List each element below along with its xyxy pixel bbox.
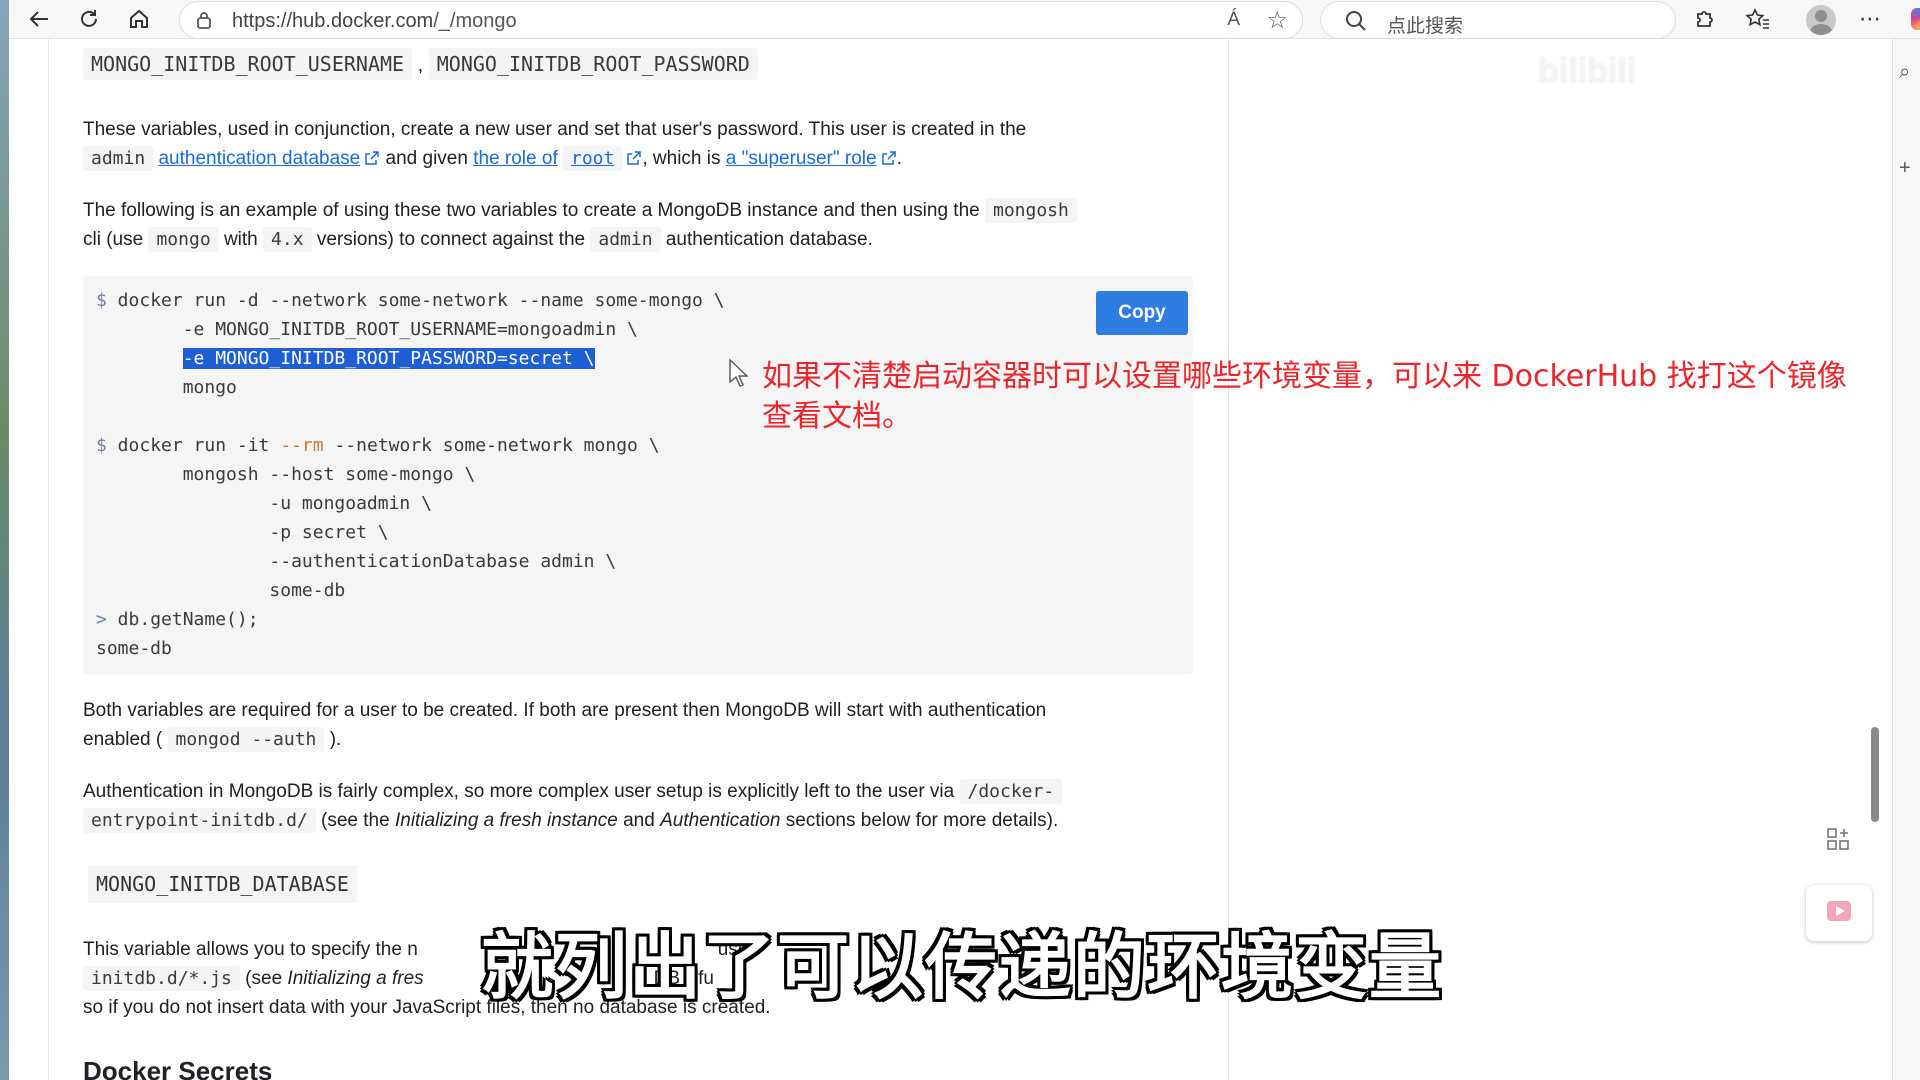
text: This variable allows you to specify the … [83, 939, 418, 960]
text: cli (use [83, 229, 144, 250]
text: Authentication in MongoDB is fairly comp… [83, 781, 955, 802]
env-separator: , [417, 54, 424, 76]
float-grid-icon[interactable] [1817, 818, 1861, 862]
browser-toolbar: https://hub.docker.com/_/mongo Á ☆ 点此搜索… [9, 0, 1920, 39]
desktop-edge [0, 0, 9, 1080]
float-video-button[interactable] [1806, 885, 1872, 941]
paragraph-auth-complex: Authentication in MongoDB is fairly comp… [83, 777, 1183, 835]
text: (see the [321, 810, 390, 831]
code-entrypoint: /docker- [959, 779, 1063, 804]
page-divider-left [48, 39, 49, 1080]
text: versions) to connect against the [316, 229, 586, 250]
back-arrow-icon[interactable] [25, 5, 53, 33]
code-text[interactable]: $ docker run -d --network some-network -… [96, 286, 725, 663]
paragraph-example-intro: The following is an example of using the… [83, 196, 1183, 254]
browser-right-sidebar: ⌕ + [1892, 39, 1920, 1080]
text: and given [385, 148, 468, 169]
external-link-icon [627, 151, 642, 165]
more-menu-icon[interactable]: ⋯ [1856, 5, 1884, 33]
env-root-vars: MONGO_INITDB_ROOT_USERNAME , MONGO_INITD… [83, 48, 758, 80]
text: ). [329, 729, 342, 750]
scrollbar-thumb[interactable] [1871, 727, 1879, 822]
code-mongod-auth: mongod --auth [167, 727, 325, 752]
selected-text: -e MONGO_INITDB_ROOT_PASSWORD=secret \ [182, 348, 595, 369]
code-mongo: mongo [148, 227, 219, 252]
external-link-icon [881, 151, 896, 165]
favorites-icon[interactable] [1744, 5, 1772, 33]
url-text[interactable]: https://hub.docker.com/_/mongo [232, 10, 517, 33]
code-mongosh: mongosh [984, 198, 1077, 223]
text: These variables, used in conjunction, cr… [83, 119, 1027, 140]
video-subtitle: 就列出了可以传递的环境变量 [480, 925, 1443, 1009]
text-emphasis: Initializing a fresh instance [394, 810, 618, 831]
env-username-name: MONGO_INITDB_ROOT_USERNAME [83, 48, 413, 80]
home-icon[interactable] [125, 5, 153, 33]
code-initdb-js: initdb.d/*.js [83, 966, 240, 991]
text: (see [245, 968, 283, 989]
extensions-icon[interactable] [1690, 5, 1718, 33]
link-superuser-role[interactable]: a "superuser" role [726, 148, 877, 169]
lock-icon[interactable] [194, 10, 214, 30]
code-4x: 4.x [263, 227, 312, 252]
paragraph-both-required: Both variables are required for a user t… [83, 696, 1183, 754]
text: sections below for more details). [785, 810, 1059, 831]
address-bar[interactable]: https://hub.docker.com/_/mongo Á ☆ [179, 1, 1303, 39]
text: and [623, 810, 655, 831]
text: . [896, 148, 902, 169]
text: with [223, 229, 258, 250]
search-icon [1346, 11, 1366, 31]
video-annotation-text: 如果不清楚启动容器时可以设置哪些环境变量，可以来 DockerHub 找打这个镜… [762, 359, 1847, 434]
search-bar[interactable]: 点此搜索 [1320, 1, 1676, 39]
external-link-icon [365, 151, 379, 165]
read-aloud-icon[interactable]: Á [1227, 9, 1240, 31]
link-authentication-database[interactable]: authentication database [158, 148, 360, 169]
code-entrypoint: entrypoint-initdb.d/ [83, 808, 316, 833]
heading-docker-secrets: Docker Secrets [83, 1056, 273, 1080]
text-emphasis: Initializing a fres [287, 968, 424, 989]
text: Both variables are required for a user t… [83, 700, 1047, 721]
profile-avatar[interactable] [1806, 5, 1836, 35]
env-database-name: MONGO_INITDB_DATABASE [88, 866, 357, 903]
code-admin: admin [590, 227, 661, 252]
code-block-example[interactable]: $ docker run -d --network some-network -… [83, 276, 1193, 674]
mouse-cursor-icon [729, 358, 748, 387]
text: authentication database. [665, 229, 873, 250]
copilot-icon[interactable] [1911, 8, 1920, 30]
favorite-star-icon[interactable]: ☆ [1266, 6, 1288, 35]
text: enabled ( [83, 729, 163, 750]
text: , which is [642, 148, 721, 169]
play-icon [1827, 901, 1851, 921]
bilibili-watermark: bilibili [1538, 52, 1637, 90]
text: The following is an example of using the… [83, 200, 980, 221]
search-placeholder: 点此搜索 [1387, 16, 1464, 37]
env-password-name: MONGO_INITDB_ROOT_PASSWORD [428, 48, 758, 80]
code-admin: admin [83, 146, 154, 171]
sidebar-add-icon[interactable]: + [1899, 157, 1911, 180]
refresh-icon[interactable] [75, 5, 103, 33]
paragraph-root-vars: These variables, used in conjunction, cr… [83, 115, 1183, 173]
text-emphasis: Authentication [660, 810, 781, 831]
sidebar-search-icon[interactable]: ⌕ [1899, 61, 1910, 84]
copy-button[interactable]: Copy [1096, 291, 1188, 335]
link-root[interactable]: root [563, 146, 623, 171]
link-role-of[interactable]: the role of [473, 148, 558, 169]
